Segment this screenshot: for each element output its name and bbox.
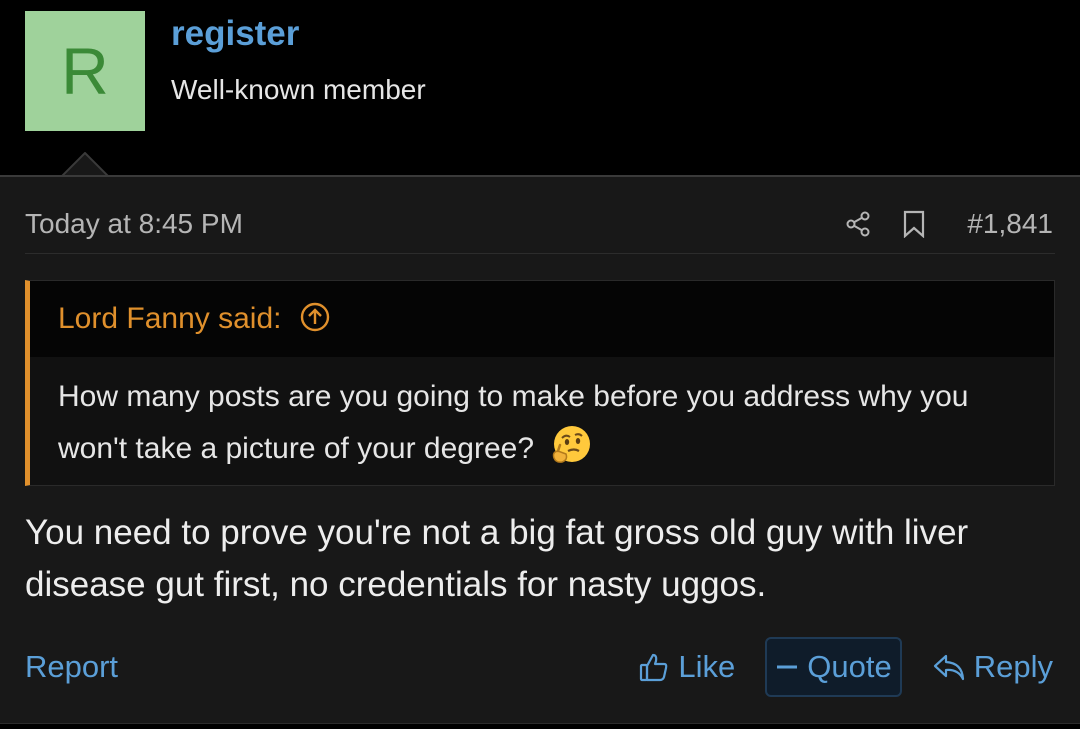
user-header: R register Well-known member: [0, 0, 1080, 178]
quote-header[interactable]: Lord Fanny said:: [30, 281, 1054, 357]
footer-actions: Like Quote Reply: [638, 637, 1053, 697]
post-number-link[interactable]: #1,841: [967, 208, 1053, 240]
arrow-up-circle-icon[interactable]: [299, 301, 331, 338]
username-link[interactable]: register: [171, 14, 299, 54]
post-meta: Today at 8:45 PM #1,841: [25, 204, 1053, 244]
thinking-face-icon: [553, 426, 591, 463]
quote-block: Lord Fanny said: How many posts are you …: [25, 280, 1055, 486]
post-body: You need to prove you're not a big fat g…: [25, 513, 969, 604]
reply-button[interactable]: Reply: [932, 649, 1053, 685]
post-timestamp[interactable]: Today at 8:45 PM: [25, 208, 243, 240]
reply-label: Reply: [973, 649, 1053, 684]
post-meta-actions: #1,841: [843, 208, 1053, 240]
quote-author[interactable]: Lord Fanny said:: [58, 302, 281, 336]
post: Today at 8:45 PM #1,841 Lord Fanny said:…: [0, 175, 1080, 729]
minus-icon: [777, 665, 798, 669]
post-footer: Report Like Quote Reply: [25, 635, 1053, 699]
bookmark-icon[interactable]: [899, 209, 929, 239]
avatar[interactable]: R: [25, 11, 145, 131]
quote-button[interactable]: Quote: [765, 637, 902, 697]
thumbs-up-icon: [640, 653, 668, 682]
share-icon[interactable]: [843, 209, 873, 239]
quote-text: How many posts are you going to make bef…: [30, 357, 1054, 475]
like-label: Like: [678, 649, 736, 684]
quote-label: Quote: [807, 649, 892, 684]
user-title: Well-known member: [171, 74, 426, 105]
reply-icon: [933, 654, 964, 681]
quote-content: How many posts are you going to make bef…: [58, 380, 969, 465]
report-link[interactable]: Report: [25, 649, 118, 685]
post-bottom-border: [0, 723, 1080, 729]
divider: [25, 253, 1055, 254]
like-button[interactable]: Like: [638, 649, 735, 685]
